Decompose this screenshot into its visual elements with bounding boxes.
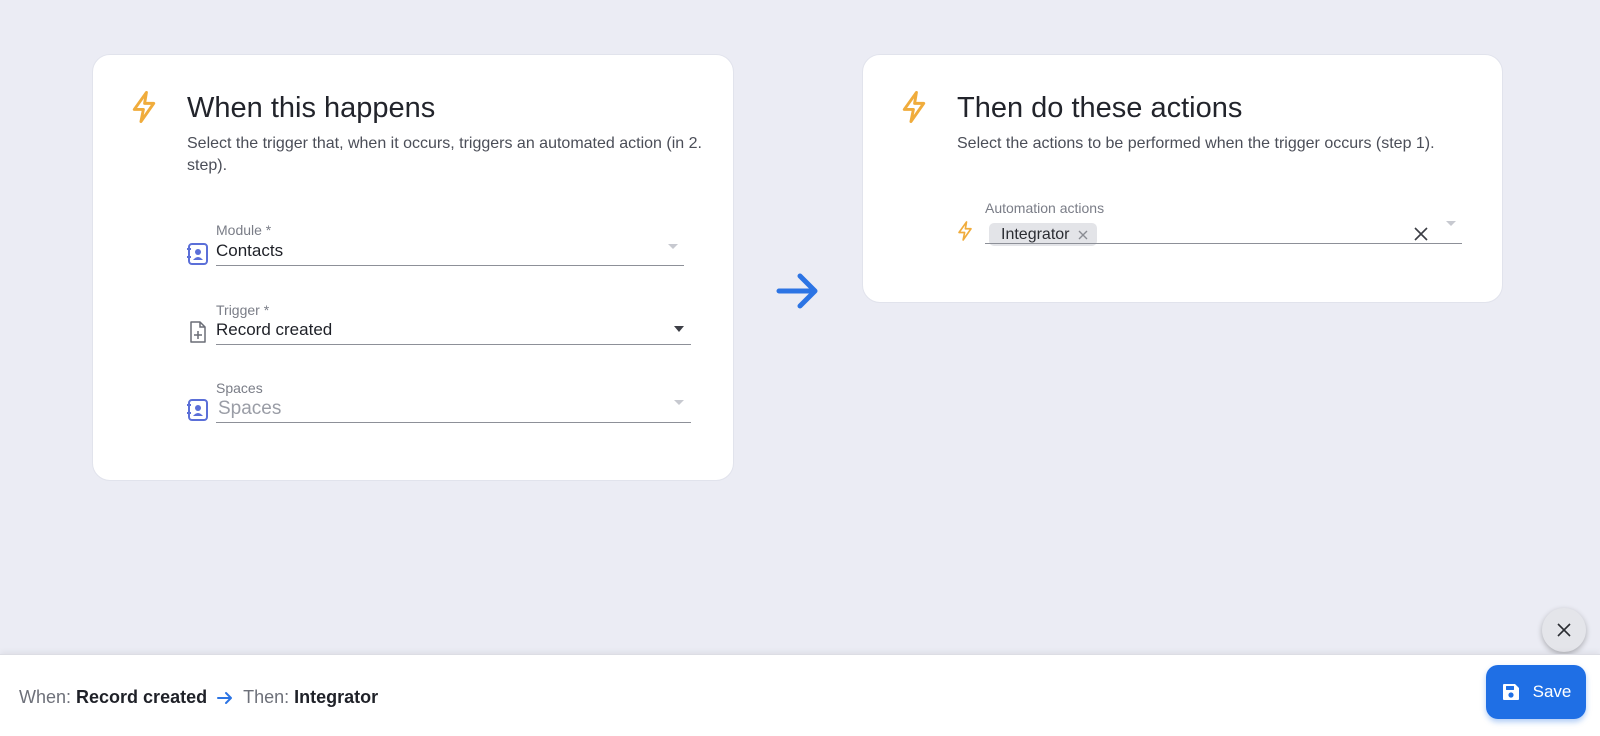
module-select[interactable]: Module * Contacts: [216, 222, 684, 272]
chevron-down-icon[interactable]: [674, 326, 684, 332]
spaces-underline: [216, 422, 691, 423]
when-label: When:: [19, 687, 72, 707]
chevron-down-icon[interactable]: [668, 244, 678, 249]
save-button[interactable]: Save: [1486, 665, 1586, 719]
spaces-placeholder: Spaces: [218, 398, 282, 419]
spaces-select[interactable]: Spaces Spaces: [216, 380, 691, 430]
when-value: Record created: [76, 687, 208, 707]
chip-remove-icon[interactable]: [1077, 229, 1089, 241]
trigger-card-title: When this happens: [187, 92, 436, 124]
automation-actions-underline: [985, 243, 1462, 244]
chevron-down-icon[interactable]: [674, 400, 684, 405]
action-card-title: Then do these actions: [957, 92, 1243, 124]
action-card: Then do these actions Select the actions…: [862, 54, 1503, 303]
module-value: Contacts: [216, 241, 284, 260]
lightning-bolt-icon: [958, 221, 972, 241]
floppy-disk-icon: [1502, 684, 1519, 700]
chip-label: Integrator: [1001, 225, 1070, 243]
trigger-card: When this happens Select the trigger tha…: [92, 54, 734, 481]
trigger-value: Record created: [216, 320, 333, 339]
arrow-right-icon: [217, 691, 233, 704]
automation-editor: When this happens Select the trigger tha…: [0, 0, 1600, 736]
trigger-select[interactable]: Trigger * Record created: [216, 302, 691, 352]
action-card-description: Select the actions to be performed when …: [957, 135, 1435, 152]
trigger-card-description: Select the trigger that, when it occurs,…: [187, 135, 702, 174]
contact-book-icon: [187, 399, 208, 421]
then-label: Then:: [243, 687, 290, 707]
automation-actions-label: Automation actions: [985, 200, 1105, 216]
spaces-label: Spaces: [216, 380, 263, 396]
chevron-down-icon[interactable]: [1446, 221, 1456, 226]
trigger-underline: [216, 344, 691, 345]
trigger-label: Trigger *: [216, 302, 270, 318]
close-icon: [1557, 623, 1571, 637]
contact-book-icon: [187, 243, 208, 265]
arrow-right-icon: [776, 273, 818, 309]
automation-actions-select[interactable]: Automation actions Integrator: [985, 200, 1462, 250]
close-button[interactable]: [1542, 608, 1586, 652]
lightning-bolt-icon: [132, 90, 156, 124]
module-label: Module *: [216, 222, 272, 238]
lightning-bolt-icon: [902, 90, 926, 124]
automation-summary: When: Record created Then: Integrator: [19, 687, 378, 708]
clear-selection-icon[interactable]: [1413, 226, 1429, 242]
then-value: Integrator: [294, 687, 379, 707]
file-plus-icon: [190, 321, 206, 343]
module-underline: [216, 265, 684, 266]
save-label: Save: [1532, 682, 1572, 701]
footer-bar: When: Record created Then: Integrator Sa…: [0, 654, 1600, 736]
